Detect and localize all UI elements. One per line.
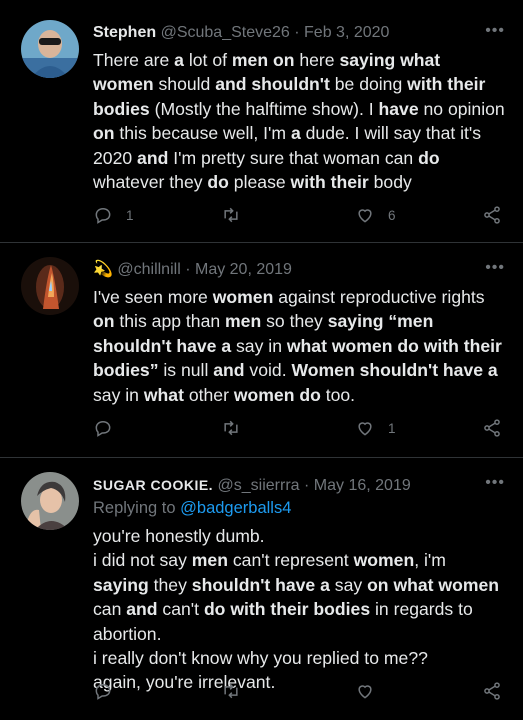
- emphasized-text: shouldn't have a: [191, 574, 330, 595]
- like-button[interactable]: [355, 681, 388, 701]
- tweet-date[interactable]: Feb 3, 2020: [304, 24, 389, 41]
- emphasized-text: and: [213, 360, 245, 381]
- reply-button[interactable]: 1: [93, 205, 134, 225]
- retweet-icon: [224, 420, 238, 436]
- avatar[interactable]: [21, 257, 79, 315]
- tweet-header: 💫 @chillnill · May 20, 2019: [93, 259, 483, 281]
- reply-button[interactable]: [93, 418, 126, 438]
- like-count: 1: [388, 420, 396, 436]
- tweet-actions: [93, 681, 513, 705]
- author-handle[interactable]: @s_siierrra: [218, 477, 300, 494]
- emphasized-text: on: [93, 123, 115, 144]
- reply-count: 1: [126, 207, 134, 223]
- tweet[interactable]: Stephen @Scuba_Steve26 · Feb 3, 2020 •••…: [0, 0, 523, 240]
- reply-icon: [95, 420, 111, 437]
- tweet-text: I've seen more women against reproductiv…: [93, 287, 502, 405]
- emphasized-text: saying: [93, 574, 149, 595]
- emphasized-text: have: [378, 98, 419, 119]
- separator-dot: ·: [294, 24, 300, 41]
- more-icon[interactable]: •••: [485, 474, 505, 492]
- emphasized-text: women: [353, 550, 415, 571]
- tweet-actions: 1 6: [93, 205, 513, 229]
- avatar[interactable]: [21, 472, 79, 530]
- like-button[interactable]: 6: [355, 205, 396, 225]
- emphasized-text: do: [418, 147, 440, 168]
- heart-icon: [358, 685, 372, 699]
- tweet[interactable]: SUGAR COOKIE. @s_siierrra · May 16, 2019…: [0, 458, 523, 720]
- emphasized-text: men: [225, 311, 262, 332]
- reply-button[interactable]: [93, 681, 126, 701]
- replying-to-label: Replying to: [93, 499, 176, 517]
- share-button[interactable]: [482, 418, 502, 438]
- emphasized-text: do with their bodies: [203, 599, 371, 620]
- avatar[interactable]: [21, 20, 79, 78]
- emphasized-text: men on: [231, 50, 295, 70]
- emphasized-text: and shouldn't: [215, 74, 330, 95]
- emphasized-text: a: [174, 50, 184, 70]
- tweet[interactable]: 💫 @chillnill · May 20, 2019 ••• I've see…: [0, 243, 523, 456]
- more-icon[interactable]: •••: [485, 259, 505, 277]
- share-button[interactable]: [482, 681, 502, 701]
- replying-to: Replying to @badgerballs4: [93, 499, 291, 518]
- like-button[interactable]: 1: [355, 418, 396, 438]
- more-icon[interactable]: •••: [485, 22, 505, 40]
- share-icon: [484, 206, 500, 224]
- separator-dot: ·: [304, 477, 310, 494]
- emphasized-text: women: [212, 287, 274, 307]
- tweet-text: There are a lot of men on here saying wh…: [93, 50, 505, 193]
- author-handle[interactable]: @Scuba_Steve26: [161, 24, 290, 41]
- tweet-header: Stephen @Scuba_Steve26 · Feb 3, 2020: [93, 22, 483, 44]
- emphasized-text: with their: [290, 172, 369, 193]
- tweet-text: you're honestly dumb. i did not say men c…: [93, 526, 504, 693]
- emphasized-text: do: [207, 172, 229, 193]
- share-button[interactable]: [482, 205, 502, 225]
- emphasized-text: women do: [233, 384, 321, 405]
- replying-to-handle[interactable]: @badgerballs4: [180, 499, 291, 517]
- emphasized-text: a: [290, 123, 301, 144]
- retweet-button[interactable]: [221, 205, 241, 225]
- retweet-button[interactable]: [221, 681, 241, 701]
- tweet-actions: 1: [93, 418, 513, 442]
- retweet-icon: [224, 207, 238, 223]
- share-icon: [484, 419, 500, 437]
- reply-icon: [95, 207, 111, 224]
- author-name[interactable]: SUGAR COOKIE.: [93, 477, 213, 493]
- separator-dot: ·: [185, 261, 191, 278]
- emphasized-text: what: [143, 384, 184, 405]
- reply-icon: [95, 683, 111, 700]
- retweet-icon: [224, 683, 238, 699]
- emphasized-text: on what women: [367, 574, 500, 595]
- author-name-emoji[interactable]: 💫: [93, 261, 113, 278]
- emphasized-text: men: [191, 550, 228, 571]
- author-handle[interactable]: @chillnill: [117, 261, 180, 278]
- emphasized-text: Women shouldn't have a: [291, 360, 498, 381]
- emphasized-text: and: [126, 599, 158, 620]
- tweet-header: SUGAR COOKIE. @s_siierrra · May 16, 2019: [93, 474, 483, 497]
- tweet-date[interactable]: May 20, 2019: [195, 261, 292, 278]
- tweet-date[interactable]: May 16, 2019: [314, 477, 411, 494]
- heart-icon: [358, 209, 372, 223]
- share-icon: [484, 682, 500, 700]
- like-count: 6: [388, 207, 396, 223]
- emphasized-text: on: [93, 311, 115, 332]
- author-name[interactable]: Stephen: [93, 24, 156, 41]
- emphasized-text: and: [137, 147, 169, 168]
- retweet-button[interactable]: [221, 418, 241, 438]
- heart-icon: [358, 422, 372, 436]
